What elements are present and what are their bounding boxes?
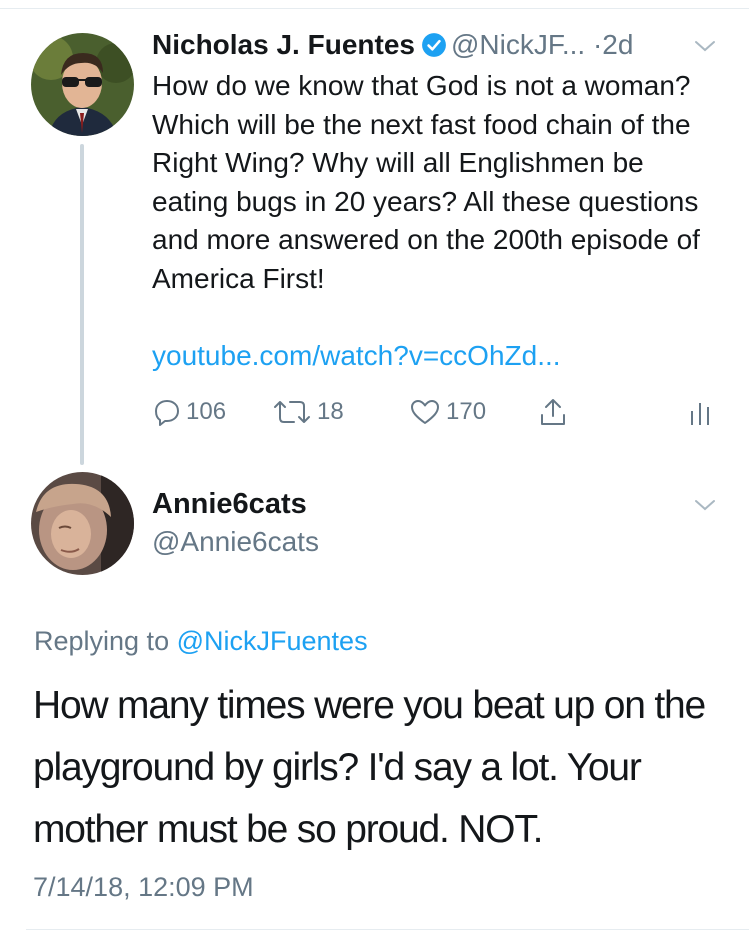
avatar-nicholas[interactable] (31, 33, 134, 136)
thread-line (80, 144, 84, 465)
reply-menu-chevron-down-icon[interactable] (693, 497, 717, 518)
replying-to-handle[interactable]: @NickJFuentes (177, 626, 368, 656)
avatar-annie6cats[interactable] (31, 472, 134, 575)
reply-author-name[interactable]: Annie6cats (152, 487, 307, 521)
separator-dot: · (592, 29, 603, 60)
replying-to-line: Replying to @NickJFuentes (34, 624, 368, 658)
replying-to-label: Replying to (34, 626, 170, 656)
tweet-time[interactable]: 2d (602, 29, 633, 60)
tweet-menu-chevron-down-icon[interactable] (693, 38, 717, 59)
reply-button[interactable]: 106 (153, 396, 226, 428)
reply-author-handle[interactable]: @Annie6cats (152, 525, 319, 559)
retweet-button[interactable]: 18 (272, 396, 344, 428)
tweet-link[interactable]: youtube.com/watch?v=ccOhZd... (152, 337, 561, 375)
verified-badge-icon (421, 32, 447, 66)
share-button[interactable] (538, 396, 573, 428)
author-handle[interactable]: @NickJF... (451, 29, 585, 60)
analytics-icon (691, 403, 709, 425)
like-count: 170 (446, 398, 487, 425)
analytics-button[interactable] (689, 396, 716, 428)
tweet-text: How do we know that God is not a woman? … (152, 70, 700, 294)
reply-timestamp[interactable]: 7/14/18, 12:09 PM (33, 870, 254, 904)
heart-icon (411, 400, 439, 424)
reply-text: How many times were you beat up on the p… (33, 684, 706, 851)
bottom-divider (26, 929, 749, 930)
tweet-header: Nicholas J. Fuentes @NickJF... ·2d (152, 28, 633, 66)
top-divider (0, 8, 749, 9)
reply-icon (155, 400, 179, 426)
share-icon (541, 399, 565, 425)
reply-count: 106 (186, 398, 227, 425)
author-name[interactable]: Nicholas J. Fuentes (152, 29, 415, 60)
retweet-icon (274, 401, 310, 423)
retweet-count: 18 (317, 398, 344, 425)
like-button[interactable]: 170 (409, 396, 486, 428)
